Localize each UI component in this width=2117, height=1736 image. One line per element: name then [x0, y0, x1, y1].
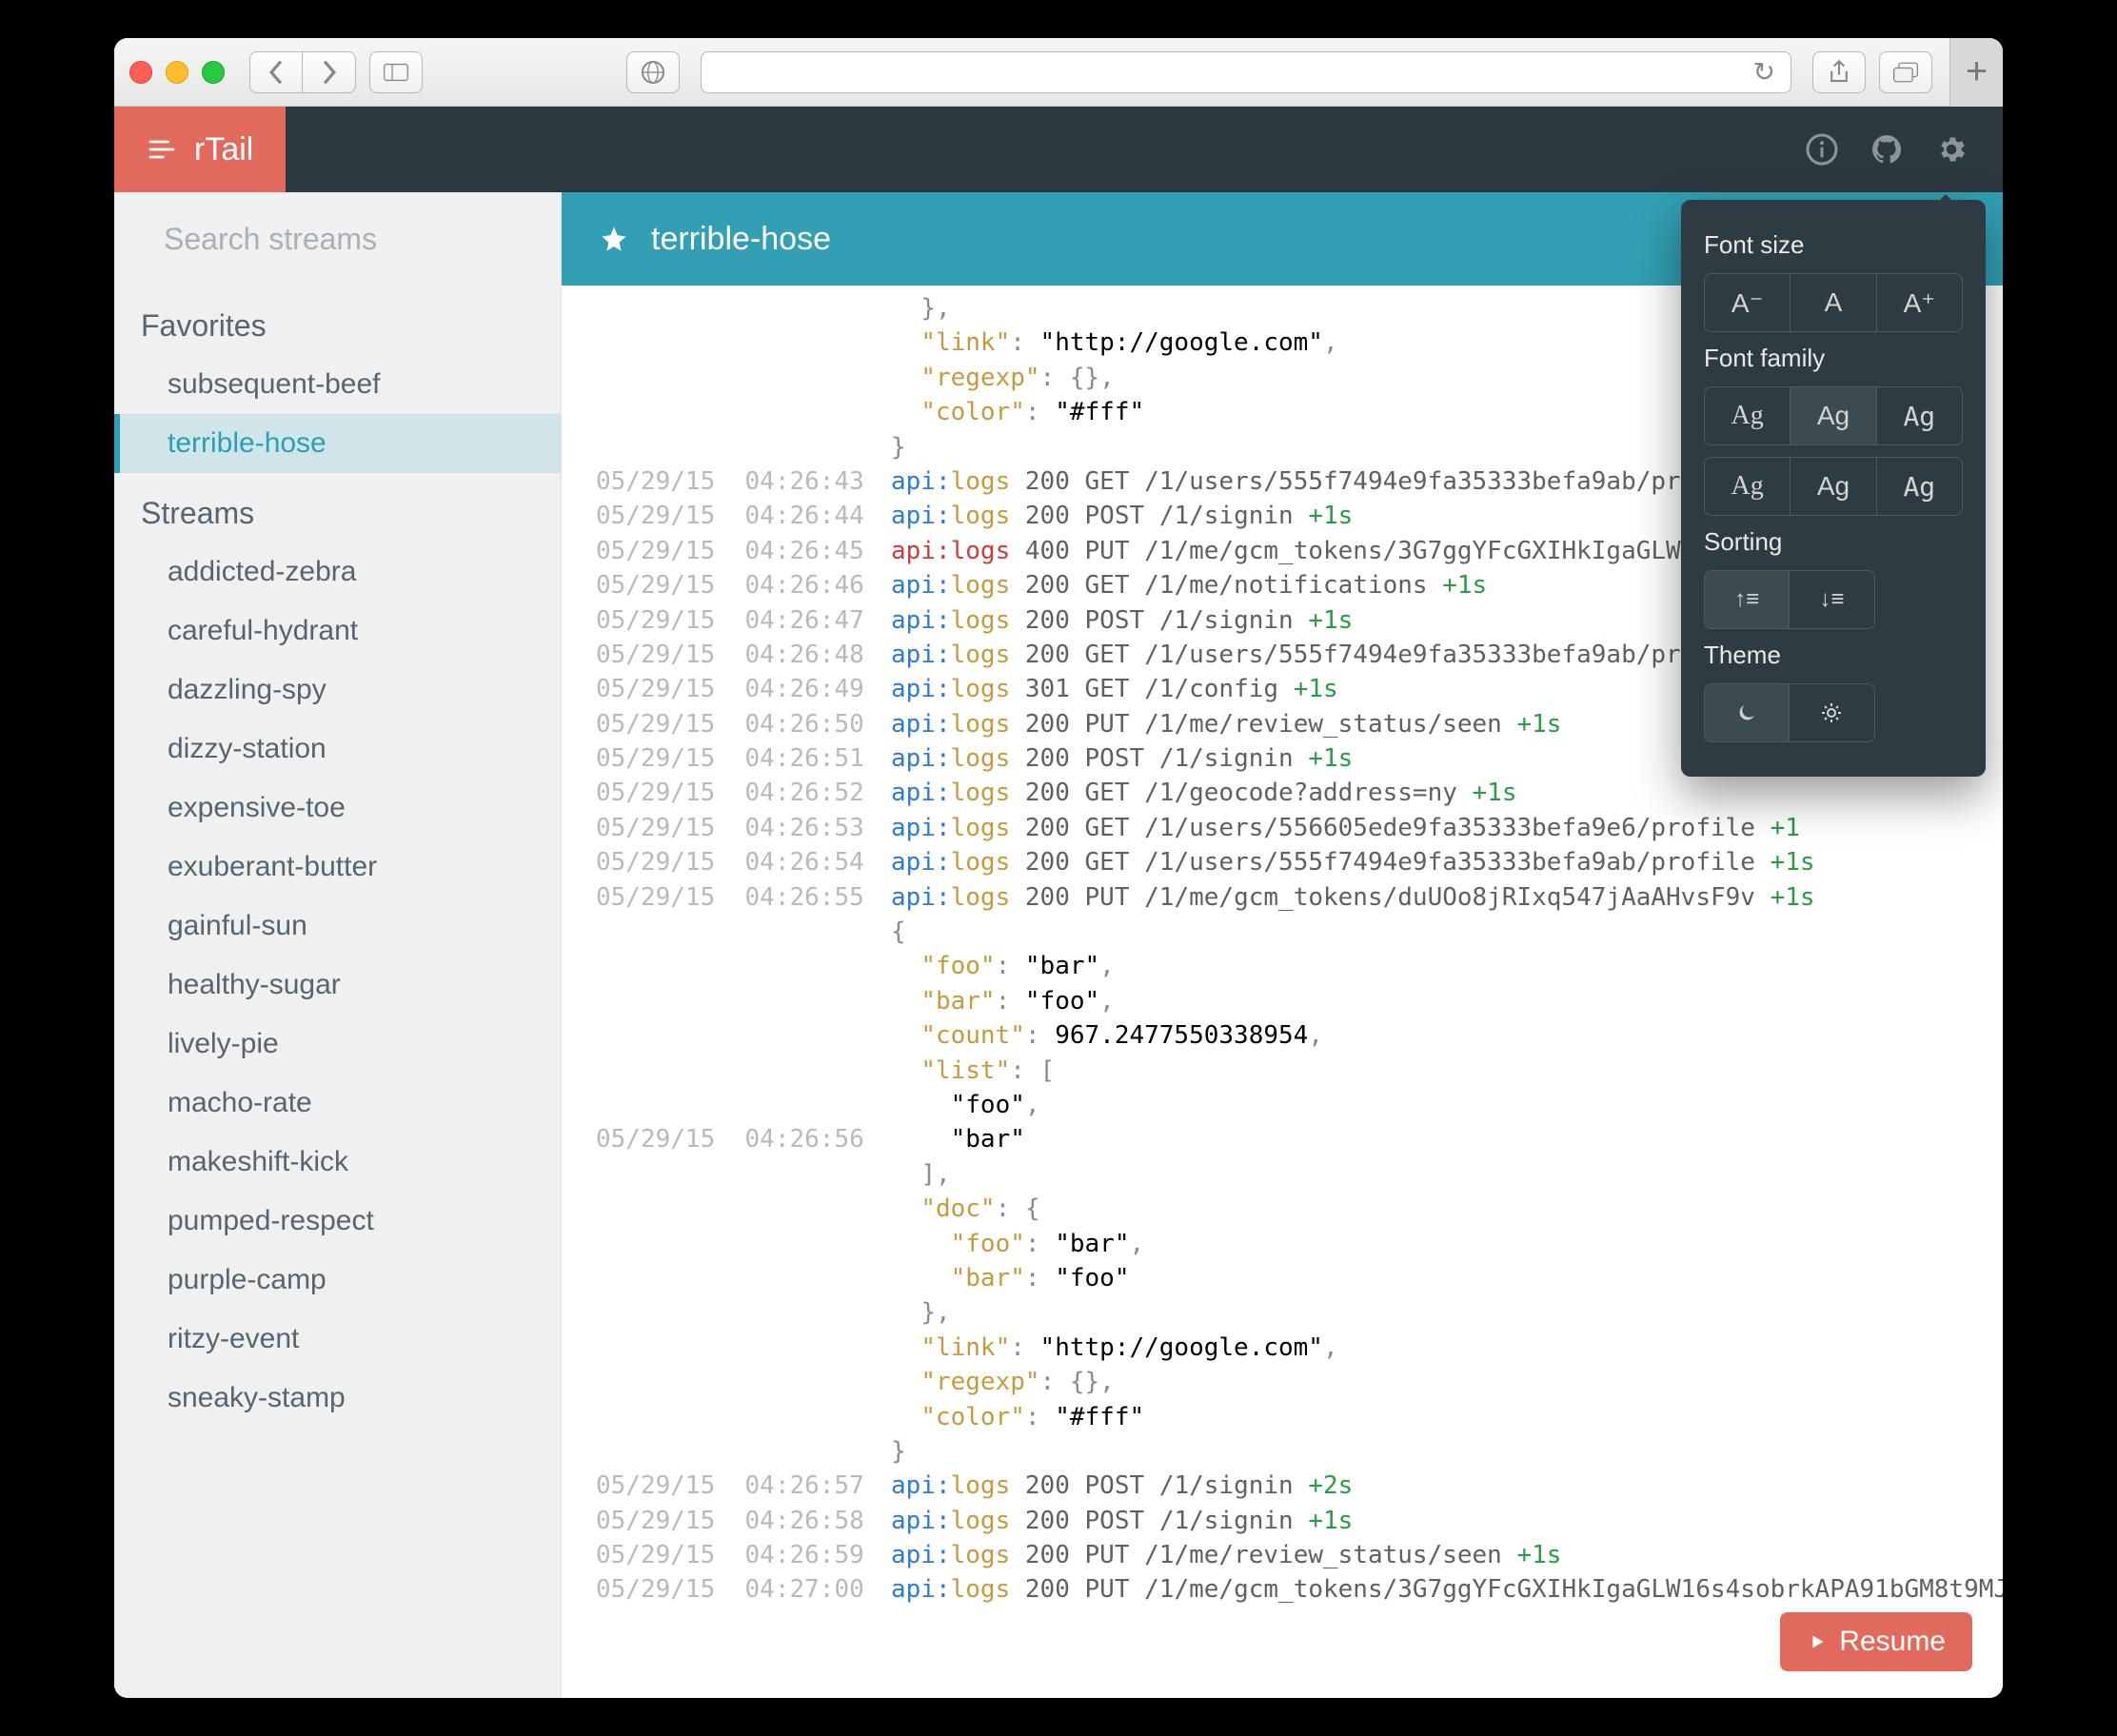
sun-icon — [1820, 701, 1843, 724]
font-size-button[interactable]: A⁻ — [1704, 273, 1791, 332]
resume-button[interactable]: Resume — [1780, 1612, 1972, 1671]
font-family-button[interactable]: Ag — [1704, 386, 1791, 445]
stream-item[interactable]: gainful-sun — [114, 897, 561, 956]
favorite-item[interactable]: subsequent-beef — [114, 355, 561, 414]
reload-icon[interactable]: ↻ — [1753, 56, 1775, 88]
sorting-label: Sorting — [1704, 527, 1963, 557]
stream-item[interactable]: ritzy-event — [114, 1310, 561, 1369]
font-size-label: Font size — [1704, 230, 1963, 260]
font-family-button[interactable]: Ag — [1877, 386, 1963, 445]
log-line: { — [562, 915, 2003, 949]
log-line: 05/29/15 04:26:59api:logs 200 PUT /1/me/… — [562, 1538, 2003, 1572]
log-line: 05/29/15 04:26:55api:logs 200 PUT /1/me/… — [562, 880, 2003, 915]
theme-label: Theme — [1704, 641, 1963, 670]
font-family-button[interactable]: Ag — [1791, 457, 1876, 516]
font-family-button[interactable]: Ag — [1791, 386, 1876, 445]
font-family-label: Font family — [1704, 344, 1963, 373]
log-line: 05/29/15 04:26:53api:logs 200 GET /1/use… — [562, 811, 2003, 845]
stream-item[interactable]: pumped-respect — [114, 1192, 561, 1251]
app-root: rTail Favorites subsequent-beefterrible-… — [114, 107, 2003, 1698]
star-icon[interactable] — [600, 225, 628, 253]
stream-item[interactable]: purple-camp — [114, 1251, 561, 1310]
log-line: }, — [562, 1295, 2003, 1330]
brand-label: rTail — [194, 131, 253, 168]
moon-icon — [1735, 701, 1758, 724]
streams-heading: Streams — [114, 473, 561, 542]
favorite-item[interactable]: terrible-hose — [114, 414, 561, 473]
stream-item[interactable]: exuberant-butter — [114, 838, 561, 897]
menu-icon — [147, 134, 177, 165]
log-line: "bar": "foo" — [562, 1261, 2003, 1295]
log-line: 05/29/15 04:26:56 "bar" — [562, 1122, 2003, 1156]
log-line: 05/29/15 04:26:52api:logs 200 GET /1/geo… — [562, 776, 2003, 810]
share-button[interactable] — [1812, 51, 1866, 93]
log-line: "count": 967.2477550338954, — [562, 1018, 2003, 1053]
log-line: 05/29/15 04:26:54api:logs 200 GET /1/use… — [562, 845, 2003, 879]
new-tab-button[interactable]: + — [1949, 38, 2003, 107]
stream-item[interactable]: dizzy-station — [114, 720, 561, 779]
resume-label: Resume — [1839, 1626, 1946, 1658]
search-input[interactable] — [164, 222, 564, 257]
forward-button[interactable] — [303, 51, 356, 93]
theme-dark-button[interactable] — [1704, 683, 1790, 742]
stream-item[interactable]: healthy-sugar — [114, 956, 561, 1015]
log-line: "foo": "bar", — [562, 949, 2003, 983]
sidebar-toggle-button[interactable] — [369, 51, 423, 93]
stream-item[interactable]: addicted-zebra — [114, 542, 561, 602]
log-line: ], — [562, 1157, 2003, 1192]
log-line: 05/29/15 04:27:00api:logs 200 PUT /1/me/… — [562, 1572, 2003, 1607]
stream-title: terrible-hose — [651, 221, 831, 258]
stream-item[interactable]: dazzling-spy — [114, 661, 561, 720]
brand[interactable]: rTail — [114, 107, 286, 192]
font-size-button[interactable]: A — [1791, 273, 1876, 332]
settings-popover: Font size A⁻AA⁺ Font family AgAgAg AgAgA… — [1681, 200, 1986, 777]
stream-item[interactable]: lively-pie — [114, 1015, 561, 1074]
log-line: "foo": "bar", — [562, 1227, 2003, 1261]
log-line: "foo", — [562, 1088, 2003, 1122]
font-family-button[interactable]: Ag — [1704, 457, 1791, 516]
theme-light-button[interactable] — [1790, 683, 1874, 742]
stream-item[interactable]: makeshift-kick — [114, 1133, 561, 1192]
play-icon — [1807, 1631, 1828, 1652]
zoom-window-button[interactable] — [202, 61, 225, 84]
browser-window: ↻ + rTail — [114, 38, 2003, 1698]
log-line: 05/29/15 04:26:57api:logs 200 POST /1/si… — [562, 1469, 2003, 1503]
sort-desc-button[interactable]: ↓≡ — [1790, 570, 1874, 629]
log-line: "doc": { — [562, 1192, 2003, 1226]
stream-item[interactable]: expensive-toe — [114, 779, 561, 838]
log-line: "color": "#fff" — [562, 1400, 2003, 1434]
log-line: "list": [ — [562, 1054, 2003, 1088]
site-info-button[interactable] — [626, 51, 680, 93]
close-window-button[interactable] — [129, 61, 152, 84]
back-button[interactable] — [249, 51, 303, 93]
info-icon[interactable] — [1805, 132, 1839, 167]
search-bar — [114, 192, 561, 286]
log-line: "link": "http://google.com", — [562, 1331, 2003, 1365]
log-line: "regexp": {}, — [562, 1365, 2003, 1399]
titlebar: ↻ + — [114, 38, 2003, 107]
stream-item[interactable]: sneaky-stamp — [114, 1369, 561, 1428]
font-size-button[interactable]: A⁺ — [1877, 273, 1963, 332]
stream-item[interactable]: macho-rate — [114, 1074, 561, 1133]
settings-gear-icon[interactable] — [1934, 132, 1969, 167]
traffic-lights — [129, 61, 225, 84]
log-line: } — [562, 1434, 2003, 1469]
github-icon[interactable] — [1870, 132, 1904, 167]
favorites-heading: Favorites — [114, 286, 561, 355]
font-family-button[interactable]: Ag — [1877, 457, 1963, 516]
sidebar: Favorites subsequent-beefterrible-hose S… — [114, 192, 562, 1698]
minimize-window-button[interactable] — [166, 61, 188, 84]
app-header: rTail — [114, 107, 2003, 192]
tabs-button[interactable] — [1879, 51, 1932, 93]
sort-asc-button[interactable]: ↑≡ — [1704, 570, 1790, 629]
address-bar[interactable]: ↻ — [701, 51, 1791, 93]
log-line: 05/29/15 04:26:58api:logs 200 POST /1/si… — [562, 1504, 2003, 1538]
stream-item[interactable]: careful-hydrant — [114, 602, 561, 661]
log-line: "bar": "foo", — [562, 984, 2003, 1018]
